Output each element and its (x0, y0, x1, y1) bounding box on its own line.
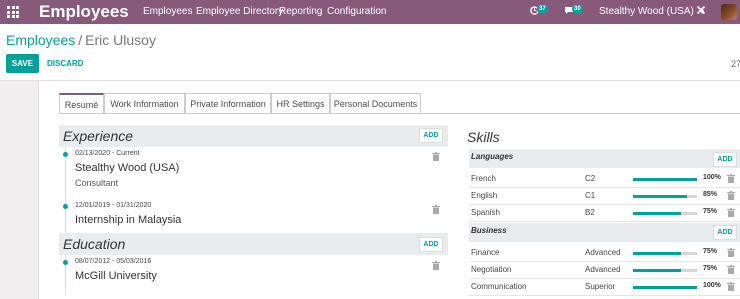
skill-percentage: 75% (703, 208, 718, 215)
skill-level: Advanced (585, 248, 621, 257)
entry-date: 08/07/2012 - 05/03/2016 (75, 258, 152, 265)
breadcrumb-separator: / (78, 32, 83, 48)
skill-row[interactable]: Finance Advanced 75% (469, 245, 740, 262)
breadcrumb: Employees / Eric Ulusoy (6, 32, 156, 48)
entry-description: Consultant (75, 178, 119, 188)
breadcrumb-current: Eric Ulusoy (85, 32, 156, 48)
skill-progress-bar (633, 252, 697, 255)
skill-progress-bar (633, 178, 697, 181)
activity-systray[interactable]: 37 (530, 5, 548, 16)
skill-percentage: 100% (703, 174, 721, 181)
company-name: Stealthy Wood (USA) (599, 6, 694, 17)
skill-level: C2 (585, 174, 596, 183)
tab-divider (59, 113, 740, 114)
messaging-systray[interactable]: 30 (564, 5, 583, 16)
skill-level: B2 (585, 208, 595, 217)
education-title: Education (63, 236, 126, 252)
menu-configuration[interactable]: Configuration (327, 6, 386, 17)
control-panel: Employees / Eric Ulusoy SAVE DISCARD 27 (0, 24, 740, 81)
skill-progress-bar (633, 212, 697, 215)
activity-count-badge: 37 (537, 5, 548, 13)
skill-name: Finance (471, 248, 500, 257)
discard-button[interactable]: DISCARD (47, 54, 83, 73)
skill-group-label: Languages (471, 152, 514, 161)
trash-icon[interactable] (727, 282, 735, 291)
skill-row[interactable]: French C2 100% (469, 171, 740, 188)
skill-percentage: 85% (703, 191, 718, 198)
add-education-button[interactable]: ADD (419, 237, 443, 252)
skill-name: French (471, 174, 496, 183)
trash-icon[interactable] (727, 208, 735, 217)
entry-date: 12/01/2019 - 01/31/2020 (75, 202, 152, 209)
app-brand[interactable]: Employees (39, 2, 129, 22)
apps-grid-icon[interactable] (7, 6, 19, 18)
add-skill-button[interactable]: ADD (713, 225, 737, 240)
entry-name: Stealthy Wood (USA) (75, 162, 180, 174)
skill-name: English (471, 191, 498, 200)
skill-name: Spanish (471, 208, 500, 217)
experience-timeline (65, 147, 66, 233)
skill-percentage: 75% (703, 265, 718, 272)
tools-icon (696, 5, 706, 15)
skill-row[interactable]: English C1 85% (469, 188, 740, 205)
breadcrumb-parent[interactable]: Employees (6, 32, 75, 48)
skill-name: Communication (471, 282, 527, 291)
entry-name: Internship in Malaysia (75, 214, 182, 226)
trash-icon[interactable] (432, 205, 440, 214)
skill-percentage: 100% (703, 282, 721, 289)
skill-percentage: 75% (703, 248, 718, 255)
tab-personal-documents[interactable]: Personal Documents (330, 93, 421, 114)
timeline-dot (63, 204, 68, 209)
skill-group-header-languages: Languages ADD (469, 149, 740, 168)
add-skill-button[interactable]: ADD (713, 152, 737, 167)
skill-progress-bar (633, 269, 697, 272)
tab-work-information[interactable]: Work Information (104, 93, 185, 114)
tab-hr-settings[interactable]: HR Settings (271, 93, 330, 114)
user-avatar[interactable] (721, 4, 737, 20)
entry-name: McGill University (75, 270, 157, 282)
skill-level: Advanced (585, 265, 621, 274)
entry-date: 02/13/2020 - Current (75, 150, 140, 157)
skill-group-header-business: Business ADD (469, 223, 740, 242)
top-navbar: Employees Employees Employee Directory R… (0, 0, 740, 24)
experience-title: Experience (63, 128, 134, 144)
pager-value[interactable]: 27 (731, 59, 740, 69)
skill-row[interactable]: Negotiation Advanced 75% (469, 262, 740, 279)
skills-title: Skills (467, 129, 500, 145)
menu-employee-directory[interactable]: Employee Directory (196, 6, 283, 17)
timeline-dot (63, 152, 68, 157)
skill-level: Superior (585, 282, 616, 291)
skill-progress-bar (633, 195, 697, 198)
message-count-badge: 30 (572, 5, 583, 13)
skill-group-label: Business (471, 226, 507, 235)
tab-resume[interactable]: Resumé (59, 93, 104, 114)
menu-reporting[interactable]: Reporting (279, 6, 322, 17)
menu-employees[interactable]: Employees (143, 6, 192, 17)
skill-name: Negotiation (471, 265, 512, 274)
trash-icon[interactable] (432, 152, 440, 161)
form-sheet: Resumé Work Information Private Informat… (38, 81, 740, 299)
trash-icon[interactable] (432, 261, 440, 270)
save-button[interactable]: SAVE (6, 54, 39, 73)
skill-level: C1 (585, 191, 596, 200)
skill-row[interactable]: Spanish B2 75% (469, 205, 740, 222)
debug-tools-button[interactable] (696, 5, 706, 18)
trash-icon[interactable] (727, 191, 735, 200)
company-switcher[interactable]: Stealthy Wood (USA) ▼ (599, 6, 706, 17)
timeline-dot (63, 260, 68, 265)
experience-header: Experience ADD (59, 125, 448, 147)
education-header: Education ADD (59, 233, 448, 255)
skill-row[interactable]: Communication Superior 100% (469, 279, 740, 296)
add-experience-button[interactable]: ADD (419, 128, 443, 143)
trash-icon[interactable] (727, 248, 735, 257)
skill-progress-bar (633, 286, 697, 289)
tab-private-information[interactable]: Private Information (185, 93, 271, 114)
trash-icon[interactable] (727, 174, 735, 183)
trash-icon[interactable] (727, 265, 735, 274)
